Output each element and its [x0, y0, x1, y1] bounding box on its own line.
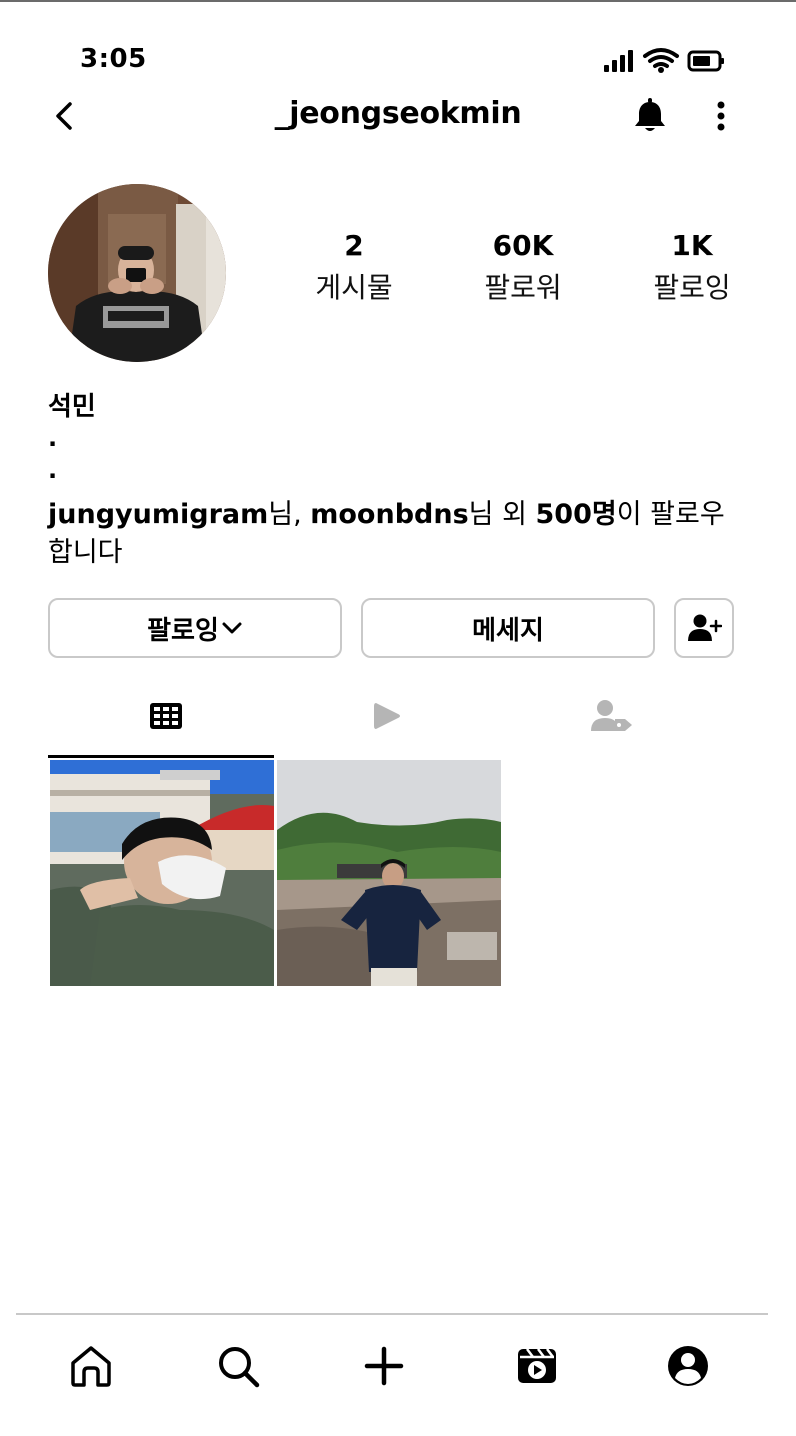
avatar-photo — [48, 184, 226, 362]
reels-icon — [518, 1348, 556, 1383]
bio-line: . — [48, 424, 58, 452]
wifi-icon — [643, 48, 679, 73]
bell-icon — [635, 98, 665, 131]
nav-reels[interactable] — [513, 1342, 561, 1390]
message-button-label: 메세지 — [472, 615, 544, 646]
profile-avatar[interactable] — [48, 184, 226, 362]
tab-posts-grid[interactable] — [48, 686, 284, 746]
active-tab-indicator — [48, 755, 274, 758]
stat-followers[interactable]: 60K 팔로워 — [443, 226, 603, 310]
status-time: 3:05 — [80, 44, 147, 74]
following-button-label: 팔로잉 — [147, 615, 219, 646]
post-thumbnail[interactable] — [277, 760, 501, 986]
followed-by-user-2[interactable]: moonbdns — [310, 499, 468, 530]
home-icon — [71, 1346, 111, 1387]
nav-create[interactable] — [360, 1342, 408, 1390]
followed-by-text[interactable]: jungyumigram님, moonbdns님 외 500명이 팔로우합니다 — [48, 496, 748, 572]
battery-icon — [687, 50, 724, 72]
status-bar: 3:05 — [0, 0, 796, 90]
bottom-nav-divider — [16, 1313, 768, 1315]
more-vertical-icon — [717, 101, 725, 131]
followed-by-suffix: 님, — [268, 499, 311, 530]
stat-following-label: 팔로잉 — [653, 271, 731, 304]
stat-followers-label: 팔로워 — [484, 271, 562, 304]
post-photo — [50, 760, 274, 986]
bio-line: . — [48, 456, 58, 484]
signal-icon — [604, 50, 633, 72]
tab-tagged[interactable] — [490, 686, 734, 746]
tab-reels[interactable] — [284, 686, 490, 746]
followed-by-user-1[interactable]: jungyumigram — [48, 499, 268, 530]
followed-by-count: 500명 — [535, 499, 617, 530]
nav-search[interactable] — [214, 1342, 262, 1390]
chevron-down-icon — [222, 622, 242, 634]
stat-posts-label: 게시물 — [315, 271, 393, 304]
following-button[interactable]: 팔로잉 — [48, 598, 342, 658]
profile-icon — [668, 1346, 708, 1386]
post-thumbnail[interactable] — [50, 760, 274, 986]
display-name: 석민 — [48, 392, 96, 422]
nav-home[interactable] — [67, 1342, 115, 1390]
message-button[interactable]: 메세지 — [361, 598, 655, 658]
stat-posts-count: 2 — [344, 229, 364, 262]
tagged-person-icon — [591, 700, 632, 731]
profile-header: _jeongseokmin — [0, 90, 796, 146]
more-options-button[interactable] — [706, 96, 736, 136]
stat-following[interactable]: 1K 팔로잉 — [612, 226, 772, 310]
post-photo — [277, 760, 501, 986]
profile-username: _jeongseokmin — [274, 96, 522, 131]
stat-followers-count: 60K — [492, 229, 554, 262]
nav-profile[interactable] — [664, 1342, 712, 1390]
search-icon — [219, 1347, 260, 1388]
followed-by-suffix: 님 외 — [468, 499, 536, 530]
stat-posts[interactable]: 2 게시물 — [274, 226, 434, 310]
suggested-users-button[interactable] — [674, 598, 734, 658]
add-person-icon — [688, 614, 722, 641]
stat-following-count: 1K — [671, 229, 713, 262]
reels-play-icon — [374, 703, 400, 729]
notifications-button[interactable] — [632, 96, 668, 136]
status-icons — [602, 46, 726, 76]
create-plus-icon — [364, 1346, 404, 1386]
grid-icon — [150, 703, 182, 729]
